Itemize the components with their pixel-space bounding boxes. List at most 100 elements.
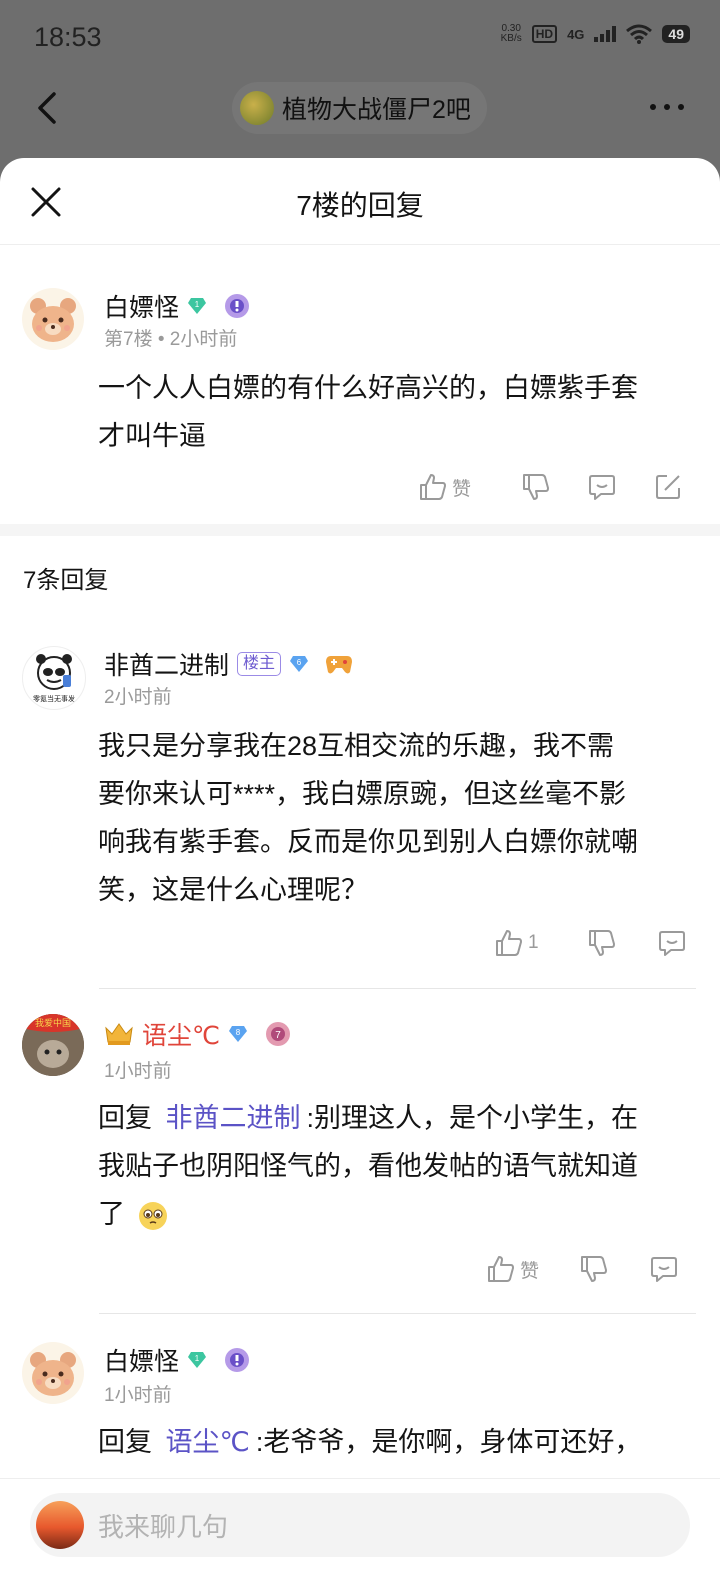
like-button[interactable]: 1 <box>494 928 539 958</box>
reply-time: 2小时前 <box>104 687 172 708</box>
reply-author-row: 语尘℃ 8 7 <box>104 1016 292 1052</box>
achievement-badge-icon <box>225 1348 250 1372</box>
reply-author[interactable]: 语尘℃ <box>142 1016 220 1052</box>
reply-sheet: 7楼的回复 白嫖怪 1 第7楼 • 2小时前 一个人人白嫖的有什么好高兴的，白嫖… <box>0 158 720 1584</box>
op-tag: 楼主 <box>237 652 282 676</box>
svg-text:8: 8 <box>236 1028 241 1037</box>
post-meta: 第7楼 • 2小时前 <box>104 324 237 351</box>
reply-author[interactable]: 非酋二进制 <box>104 646 229 682</box>
reply-divider <box>99 988 696 989</box>
hd-icon: HD <box>531 25 558 43</box>
reply-content-line: 回复 语尘℃:老爷爷，是你啊，身体可还好， <box>98 1418 698 1466</box>
gamepad-badge-icon <box>326 656 353 674</box>
level-gem-icon: 8 <box>229 1026 248 1042</box>
reply-to-link[interactable]: 语尘℃ <box>166 1427 250 1457</box>
avatar[interactable] <box>22 288 84 350</box>
reply-content-line: 响我有紫手套。反而是你见到别人白嫖你就嘲 <box>98 827 638 857</box>
post-author-row: 白嫖怪 1 <box>104 288 251 324</box>
section-divider <box>0 524 720 536</box>
status-icons: 0.30 KB/s HD 4G 49 <box>501 24 690 44</box>
avatar[interactable]: 我爱中国 <box>22 1014 84 1076</box>
reply-divider <box>99 1313 696 1314</box>
reply-text: :别理这人，是个小学生，在 <box>306 1103 639 1133</box>
achievement-badge-icon <box>225 294 250 318</box>
comment-input-bar: 我来聊几句 <box>0 1478 720 1585</box>
reply-text: 了 <box>98 1199 125 1229</box>
sheet-title: 7楼的回复 <box>296 190 424 221</box>
comment-input[interactable]: 我来聊几句 <box>30 1493 690 1557</box>
bear-avatar-icon <box>30 1352 76 1396</box>
meta-dot: • <box>157 329 170 350</box>
battery-icon: 49 <box>662 25 690 43</box>
like-label: 赞 <box>452 478 472 500</box>
pleading-emoji-icon <box>138 1201 167 1230</box>
reply-time: 1小时前 <box>104 1061 172 1082</box>
svg-text:1: 1 <box>195 300 200 309</box>
bear-avatar-icon <box>30 298 76 342</box>
post-content-line: 才叫牛逼 <box>98 421 206 451</box>
thumbs-down-icon[interactable] <box>587 928 617 958</box>
svg-text:6: 6 <box>297 658 302 667</box>
reply-content-line: 了 <box>98 1190 698 1238</box>
reply-actions: 赞 <box>486 1254 679 1284</box>
comment-icon[interactable] <box>587 472 617 502</box>
network-speed: 0.30 KB/s <box>501 24 522 44</box>
comment-input-placeholder: 我来聊几句 <box>98 1511 229 1542</box>
thumbs-down-icon[interactable] <box>521 472 551 502</box>
reply-content: 回复 语尘℃:老爷爷，是你啊，身体可还好， <box>98 1418 698 1466</box>
reply-content-line: 要你来认可****，我白嫖原豌，但这丝毫不影 <box>98 779 627 809</box>
post-time: 2小时前 <box>169 329 238 350</box>
thumbs-up-icon <box>420 474 446 500</box>
reply-content: 我只是分享我在28互相交流的乐趣，我不需 要你来认可****，我白嫖原豌，但这丝… <box>98 722 698 914</box>
signal-icon <box>594 26 617 42</box>
level-gem-icon: 1 <box>188 1352 207 1368</box>
svg-text:我爱中国: 我爱中国 <box>35 1017 71 1028</box>
like-label: 赞 <box>520 1260 540 1282</box>
svg-text:7: 7 <box>275 1030 281 1041</box>
status-bar: 18:53 0.30 KB/s HD 4G 49 <box>0 0 720 80</box>
cat-avatar-icon: 我爱中国 <box>22 1014 84 1076</box>
thumbs-down-icon[interactable] <box>579 1254 609 1284</box>
sheet-header: 7楼的回复 <box>0 158 720 245</box>
crown-icon <box>105 1023 133 1045</box>
svg-text:零氪当无事发: 零氪当无事发 <box>33 694 75 703</box>
thumbs-up-icon <box>488 1256 514 1282</box>
reply-content-line: 笑，这是什么心理呢？ <box>98 875 368 905</box>
reply-author[interactable]: 白嫖怪 <box>104 1342 179 1378</box>
top-nav: 植物大战僵尸2吧 <box>0 78 720 138</box>
more-options-icon[interactable] <box>650 104 684 110</box>
reply-count: 7条回复 <box>23 567 109 594</box>
reply-time: 1小时前 <box>104 1385 172 1406</box>
svg-text:1: 1 <box>195 1354 200 1363</box>
thumbs-up-icon <box>496 930 522 956</box>
comment-icon[interactable] <box>657 928 687 958</box>
forum-name: 植物大战僵尸2吧 <box>282 96 471 124</box>
post-content-line: 一个人人白嫖的有什么好高兴的，白嫖紫手套 <box>98 373 638 403</box>
like-button[interactable]: 赞 <box>486 1254 539 1284</box>
post-actions: 赞 <box>418 472 683 502</box>
avatar[interactable]: 零氪当无事发 <box>22 646 86 710</box>
post-author[interactable]: 白嫖怪 <box>104 288 179 324</box>
share-icon[interactable] <box>653 472 683 502</box>
level-gem-icon: 1 <box>188 298 207 314</box>
level-gem-icon: 6 <box>290 656 309 672</box>
reply-prefix: 回复 <box>98 1103 152 1133</box>
comment-icon[interactable] <box>649 1254 679 1284</box>
forum-pill[interactable]: 植物大战僵尸2吧 <box>232 82 487 134</box>
reply-to-link[interactable]: 非酋二进制 <box>166 1103 301 1133</box>
forum-icon <box>240 91 274 125</box>
achievement-badge-icon: 7 <box>266 1022 291 1046</box>
back-arrow-icon[interactable] <box>30 88 70 128</box>
reply-text: :老爷爷，是你啊，身体可还好， <box>255 1427 642 1457</box>
reply-author-row: 白嫖怪 1 <box>104 1342 251 1378</box>
wifi-icon <box>626 24 653 44</box>
like-button[interactable]: 赞 <box>418 472 471 502</box>
floor-number: 第7楼 <box>104 329 153 350</box>
avatar[interactable] <box>22 1342 84 1404</box>
like-count: 1 <box>528 932 539 953</box>
reply-content: 回复 非酋二进制:别理这人，是个小学生，在 我贴子也阴阳怪气的，看他发帖的语气就… <box>98 1094 698 1238</box>
reply-content-line: 我贴子也阴阳怪气的，看他发帖的语气就知道 <box>98 1151 638 1181</box>
reply-actions: 1 <box>494 928 687 958</box>
user-avatar[interactable] <box>36 1501 84 1549</box>
panda-avatar-icon: 零氪当无事发 <box>33 654 75 703</box>
